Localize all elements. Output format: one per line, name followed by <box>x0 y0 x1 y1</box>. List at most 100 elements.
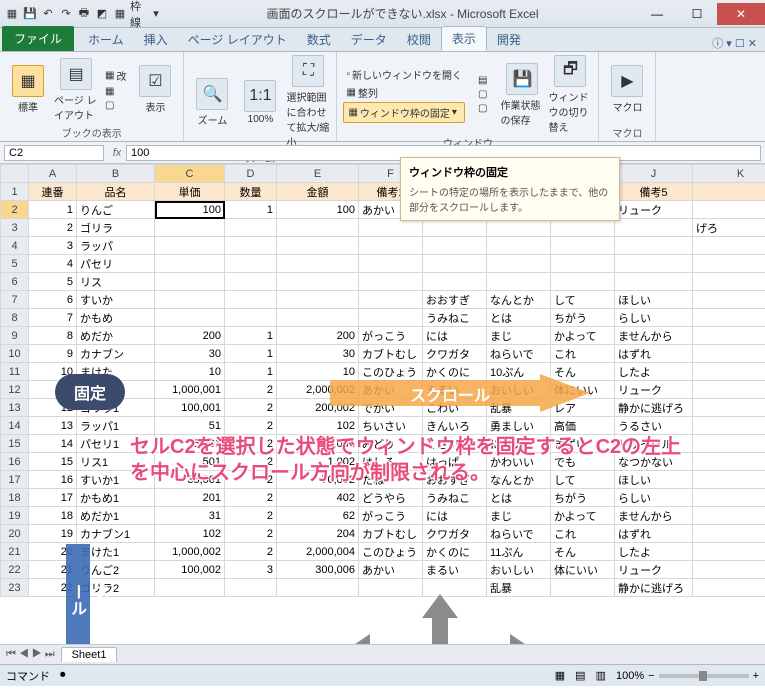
cell[interactable]: 31 <box>155 507 225 525</box>
cell[interactable]: めだか <box>77 327 155 345</box>
cell[interactable]: 体にいい <box>551 561 615 579</box>
row-header[interactable]: 7 <box>1 291 29 309</box>
sheet-nav[interactable]: ⏮ ◀ ▶ ⏭ <box>0 648 61 661</box>
cell[interactable] <box>155 309 225 327</box>
sheet-tab[interactable]: Sheet1 <box>61 647 118 662</box>
cell[interactable]: うるさい <box>615 417 693 435</box>
cell[interactable] <box>693 471 765 489</box>
row-header[interactable]: 12 <box>1 381 29 399</box>
cell[interactable]: 2 <box>225 507 277 525</box>
cell[interactable] <box>693 525 765 543</box>
cell[interactable]: 102 <box>155 525 225 543</box>
cell[interactable]: でかい <box>359 399 423 417</box>
cell[interactable]: なつかない <box>615 453 693 471</box>
row-header[interactable]: 14 <box>1 417 29 435</box>
cell[interactable]: 16 <box>29 471 77 489</box>
cell[interactable] <box>277 237 359 255</box>
cell[interactable]: 3 <box>29 237 77 255</box>
tab-file[interactable]: ファイル <box>2 26 74 51</box>
cell[interactable] <box>423 273 487 291</box>
cell[interactable]: 201 <box>155 489 225 507</box>
cell[interactable]: こわい <box>423 399 487 417</box>
help-icon[interactable]: ⓘ ▾ ☐ ✕ <box>712 35 765 51</box>
cell[interactable]: 51 <box>155 417 225 435</box>
cell[interactable]: リサイクル <box>615 435 693 453</box>
col-header[interactable]: J <box>615 165 693 183</box>
cell[interactable]: 1,002 <box>277 453 359 471</box>
cell[interactable]: リューク <box>615 381 693 399</box>
print-icon[interactable]: 🖶 <box>76 6 92 22</box>
cell[interactable]: 100 <box>277 201 359 219</box>
cell[interactable]: リューク <box>615 201 693 219</box>
cell[interactable]: かよって <box>551 327 615 345</box>
zoom-slider[interactable] <box>659 674 749 678</box>
cell[interactable] <box>359 309 423 327</box>
cell[interactable] <box>277 219 359 237</box>
cell[interactable]: 静かに逃げろ <box>615 579 693 597</box>
view-custom-button[interactable]: ▦ <box>102 85 129 98</box>
cell[interactable]: ちがう <box>551 309 615 327</box>
cell[interactable] <box>155 237 225 255</box>
cell[interactable] <box>551 255 615 273</box>
cell[interactable]: りんご2 <box>77 561 155 579</box>
cell[interactable]: 2 <box>225 453 277 471</box>
cell[interactable] <box>225 309 277 327</box>
cell[interactable]: ほしい <box>615 471 693 489</box>
cell[interactable] <box>693 579 765 597</box>
cell[interactable]: このひょう <box>359 543 423 561</box>
cell[interactable] <box>359 273 423 291</box>
cell[interactable]: あかい <box>359 561 423 579</box>
cell[interactable]: クワガタ <box>423 345 487 363</box>
header-cell[interactable]: 単価 <box>155 183 225 201</box>
cell[interactable] <box>225 273 277 291</box>
col-header[interactable]: A <box>29 165 77 183</box>
cell[interactable] <box>225 255 277 273</box>
cell[interactable]: まるい <box>423 381 487 399</box>
cell[interactable]: 2 <box>225 489 277 507</box>
cell[interactable]: 100,001 <box>155 399 225 417</box>
cell[interactable]: ラッパ <box>77 237 155 255</box>
cell[interactable] <box>551 273 615 291</box>
cell[interactable] <box>693 273 765 291</box>
cell[interactable]: 200,002 <box>277 399 359 417</box>
cell[interactable]: げろ <box>693 219 765 237</box>
worksheet-grid[interactable]: ABCDEFGHIJK1連番品名単価数量金額備考1備考2備考3備考4備考521り… <box>0 164 765 644</box>
cell[interactable]: これ <box>551 345 615 363</box>
cell[interactable]: ゴリラ2 <box>77 579 155 597</box>
cell[interactable]: かよって <box>551 507 615 525</box>
cell[interactable] <box>693 237 765 255</box>
view-fullscreen-button[interactable]: ▢ <box>102 99 129 112</box>
cell[interactable] <box>359 255 423 273</box>
cell[interactable] <box>225 219 277 237</box>
cell[interactable]: 体にいい <box>551 381 615 399</box>
cell[interactable]: 14 <box>29 435 77 453</box>
cell[interactable]: 200 <box>277 327 359 345</box>
cell[interactable] <box>487 219 551 237</box>
view-show-button[interactable]: ☑表示 <box>133 65 177 114</box>
cell[interactable] <box>225 291 277 309</box>
tab-pagelayout[interactable]: ページ レイアウト <box>178 28 297 51</box>
cell[interactable]: 11ぷん <box>487 543 551 561</box>
cell[interactable]: リス1 <box>77 453 155 471</box>
cell[interactable]: まるい <box>423 561 487 579</box>
cell[interactable]: なんとか <box>487 471 551 489</box>
cell[interactable]: カブトむし <box>359 525 423 543</box>
cell[interactable]: 22 <box>29 579 77 597</box>
cell[interactable]: カナブン1 <box>77 525 155 543</box>
cell[interactable]: して <box>551 471 615 489</box>
cell[interactable]: 6 <box>29 291 77 309</box>
cell[interactable]: 2 <box>225 435 277 453</box>
cell[interactable]: には <box>423 327 487 345</box>
tab-developer[interactable]: 開発 <box>487 28 531 51</box>
save-icon[interactable]: 💾 <box>22 6 38 22</box>
tab-formulas[interactable]: 数式 <box>297 28 341 51</box>
zoom-button[interactable]: 🔍ズーム <box>190 78 234 127</box>
cell[interactable]: 30 <box>277 345 359 363</box>
split-button[interactable]: ▤ <box>475 74 490 87</box>
cell[interactable]: 1 <box>225 363 277 381</box>
cell[interactable]: とは <box>487 489 551 507</box>
header-cell[interactable]: 品名 <box>77 183 155 201</box>
cell[interactable]: ねらいで <box>487 525 551 543</box>
cell[interactable]: 1 <box>225 345 277 363</box>
cell[interactable]: ラッパ1 <box>77 417 155 435</box>
